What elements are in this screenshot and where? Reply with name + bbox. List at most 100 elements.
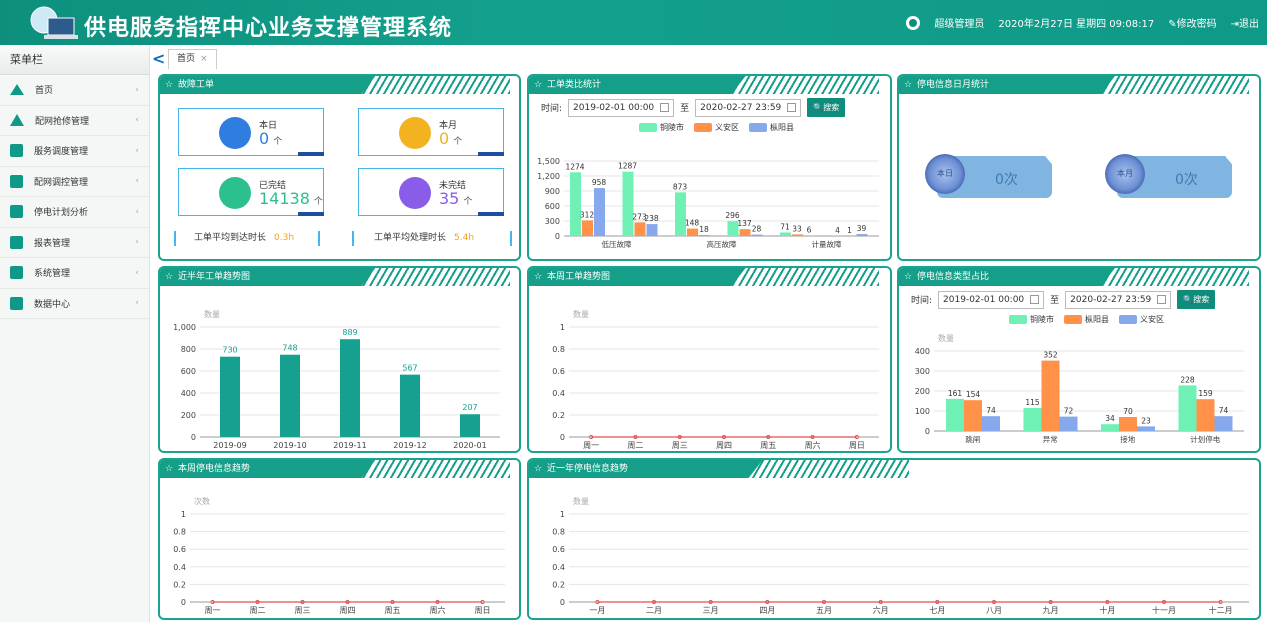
- avg-handle: 工单平均处理时长 5.4h: [352, 231, 512, 246]
- y-axis-label: 数量: [938, 333, 954, 343]
- tab-home[interactable]: 首页 ×: [168, 49, 217, 69]
- x-tick-label: 接地: [1120, 434, 1136, 444]
- x-tick-label: 十月: [1099, 605, 1115, 615]
- sidebar-item-3[interactable]: 配网调控管理 ‹: [0, 167, 149, 197]
- bar: [946, 398, 964, 431]
- sidebar-item-label: 配网抢修管理: [35, 116, 90, 127]
- panel-title: 停电信息日月统计: [917, 80, 990, 90]
- end-date-input[interactable]: 2020-02-27 23:59: [695, 98, 802, 117]
- bar: [856, 234, 868, 236]
- x-tick-label: 周六: [430, 605, 446, 615]
- calendar-icon: [660, 103, 670, 112]
- data-label: 137: [737, 219, 752, 228]
- x-tick-label: 2019-11: [333, 441, 366, 450]
- x-tick-label: 二月: [646, 606, 662, 615]
- x-tick-label: 2019-12: [393, 441, 426, 450]
- sidebar-item-2[interactable]: 服务调度管理 ‹: [0, 136, 149, 167]
- tab-bar: < 首页 ×: [150, 45, 1267, 72]
- start-date-input[interactable]: 2019-02-01 00:00: [938, 290, 1045, 309]
- pin-icon: ☆: [534, 80, 543, 90]
- typestat-chart: 03006009001,2001,50012743129581287273238…: [537, 157, 879, 249]
- bar: [1059, 416, 1078, 431]
- done-card: 已完结 14138 个: [178, 168, 324, 216]
- x-tick-label: 周一: [205, 606, 221, 615]
- sidebar-item-0[interactable]: 首页 ‹: [0, 75, 149, 106]
- calendar-icon: [219, 117, 251, 149]
- search-button[interactable]: 🔍搜索: [807, 98, 846, 117]
- collapse-sidebar-button[interactable]: <: [152, 49, 165, 68]
- sidebar-item-5[interactable]: 报表管理 ‹: [0, 228, 149, 258]
- x-tick-label: 周四: [716, 441, 732, 450]
- app-header: 供电服务指挥中心业务支撑管理系统 超级管理员 2020年2月27日 星期四 09…: [0, 0, 1267, 45]
- warning-icon: [10, 114, 24, 127]
- sidebar-item-label: 服务调度管理: [34, 147, 89, 158]
- y-tick-label: 0.4: [552, 389, 565, 398]
- y-tick-label: 400: [915, 347, 930, 356]
- halfyear-panel: ☆ 近半年工单趋势图 数量 0 200 400 600 800 1,000 730 2019-09…: [158, 266, 521, 453]
- pin-icon: ☆: [165, 80, 174, 90]
- y-tick-label: 0.4: [173, 563, 186, 572]
- sidebar-item-4[interactable]: 停电计划分析 ‹: [0, 197, 149, 228]
- year-outage-chart: 数量 0 0.2 0.4 0.6 0.8 1 一月 二月 三月 四月 五月 六月 七月 八月 九月 十月 十一月 十…: [552, 496, 1249, 615]
- bar: [1101, 424, 1119, 431]
- y-tick-label: 1: [181, 510, 186, 519]
- y-tick-label: 0: [560, 598, 565, 607]
- to-label: 至: [1050, 296, 1060, 306]
- y-tick-label: 0: [925, 427, 930, 436]
- bar: [1214, 416, 1233, 431]
- y-tick-label: 0: [191, 433, 196, 442]
- data-label: 18: [699, 225, 709, 234]
- y-tick-label: 1,200: [537, 172, 560, 181]
- y-tick-label: 800: [181, 345, 196, 354]
- sidebar-item-1[interactable]: 配网抢修管理 ‹: [0, 106, 149, 136]
- data-label: 34: [1105, 414, 1115, 423]
- data-label: 74: [986, 406, 996, 415]
- y-tick-label: 0.6: [552, 367, 565, 376]
- y-tick-label: 200: [915, 387, 930, 396]
- x-tick-label: 一月: [589, 606, 605, 615]
- data-label: 1274: [565, 162, 584, 171]
- y-tick-label: 0.2: [173, 580, 186, 589]
- data-label: 730: [222, 346, 237, 355]
- x-tick-label: 计量故障: [812, 239, 842, 249]
- start-date-input[interactable]: 2019-02-01 00:00: [568, 98, 675, 117]
- change-password-link[interactable]: ✎修改密码: [1168, 15, 1216, 30]
- logo-icon: [30, 6, 78, 39]
- clipboard-pending-icon: [399, 177, 431, 209]
- logout-link[interactable]: ⇥退出: [1231, 15, 1259, 30]
- y-tick-label: 0: [555, 232, 560, 241]
- panel-title: 故障工单: [178, 80, 215, 90]
- data-label: 71: [780, 222, 790, 231]
- x-tick-label: 周三: [295, 606, 311, 615]
- bar: [739, 229, 751, 236]
- x-tick-label: 周三: [672, 441, 688, 450]
- end-date-input[interactable]: 2020-02-27 23:59: [1065, 290, 1172, 309]
- calendar-icon: [1157, 295, 1167, 304]
- sidebar-item-7[interactable]: 数据中心 ‹: [0, 289, 149, 319]
- bar: [622, 171, 634, 236]
- sidebar-item-6[interactable]: 系统管理 ‹: [0, 258, 149, 289]
- x-tick-label: 周六: [805, 440, 821, 450]
- bar: [340, 339, 360, 437]
- outage-type-panel: ☆ 停电信息类型占比 时间: 2019-02-01 00:00 至 2020-02…: [897, 266, 1261, 453]
- x-tick-label: 六月: [873, 605, 889, 615]
- y-tick-label: 300: [545, 217, 560, 226]
- data-icon: [10, 296, 23, 310]
- bar: [1119, 417, 1137, 431]
- x-tick-label: 周二: [627, 441, 643, 450]
- data-label: 1: [847, 226, 852, 235]
- data-label: 873: [673, 182, 688, 191]
- user-icon: [906, 15, 921, 30]
- close-icon[interactable]: ×: [200, 54, 208, 64]
- outage-month-orb: 本月: [1105, 154, 1145, 194]
- user-name[interactable]: 超级管理员: [934, 15, 984, 30]
- bar: [1137, 426, 1155, 431]
- y-tick-label: 300: [915, 367, 930, 376]
- y-tick-label: 1,000: [173, 323, 196, 332]
- y-tick-label: 0: [560, 433, 565, 442]
- report-icon: [10, 235, 23, 249]
- search-button[interactable]: 🔍搜索: [1177, 290, 1216, 309]
- chevron-icon: ‹: [135, 115, 139, 126]
- x-tick-label: 十一月: [1152, 605, 1176, 615]
- panel-title: 近半年工单趋势图: [178, 272, 251, 282]
